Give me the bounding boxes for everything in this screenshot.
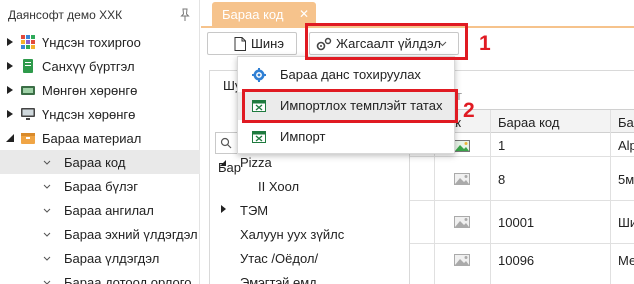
caret-right-icon[interactable] [220, 205, 227, 213]
sidebar-item-label: Бараа бүлэг [64, 179, 138, 194]
menu-item-account-settings[interactable]: Бараа данс тохируулах [238, 61, 454, 89]
cell-item-code: 1 [498, 138, 506, 153]
excel-icon [252, 131, 266, 143]
search-icon [220, 137, 232, 149]
sidebar-item-label: Мөнгөн хөрөнгө [42, 83, 138, 98]
cell-item-name: Ши [618, 215, 634, 230]
sidebar-subitem-internal-receipt[interactable]: Бараа дотоод орлого [0, 270, 200, 284]
menu-item-label: Бараа данс тохируулах [280, 67, 421, 82]
caret-right-icon[interactable] [5, 37, 15, 47]
grid-colorful-icon [21, 35, 35, 49]
annotation-box-1 [305, 23, 468, 60]
tree-node-hot-drinks[interactable]: Халуун ууx зүйлс [240, 227, 344, 242]
sidebar-item-settings[interactable]: Үндсэн тохиргоо [0, 30, 200, 54]
sidebar-item-label: Бараа эхний үлдэгдэл [64, 227, 198, 242]
sidebar-item-label: Бараа дотоод орлого [64, 275, 192, 284]
sidebar-item-accounting[interactable]: Санхүү бүртгэл [0, 54, 200, 78]
new-document-icon [234, 37, 246, 51]
tab-label: Бараа код [222, 7, 284, 22]
sidebar-item-label: Бараа материал [42, 131, 142, 146]
tree-node-pizza[interactable]: Pizza [240, 155, 272, 170]
cell-item-code: 8 [498, 172, 506, 187]
sidebar-item-inventory[interactable]: Бараа материал [0, 126, 200, 150]
chevron-down-icon [43, 232, 51, 237]
pin-icon[interactable] [178, 8, 192, 22]
cell-item-name: 5ми [618, 172, 634, 187]
box-icon [21, 133, 35, 144]
chevron-down-icon [43, 280, 51, 284]
tree-node-thread[interactable]: Утас /Оёдол/ [240, 251, 318, 266]
grid-col-item-code[interactable]: Бараа код [498, 115, 559, 130]
close-icon[interactable]: ✕ [299, 7, 309, 21]
new-button[interactable]: Шинэ [207, 32, 297, 55]
sidebar-item-label: Үндсэн тохиргоо [42, 35, 141, 50]
monitor-icon [21, 108, 35, 120]
sidebar-item-label: Санхүү бүртгэл [42, 59, 135, 74]
chevron-down-icon [43, 160, 51, 165]
menu-item-import[interactable]: Импорт [238, 123, 454, 151]
sidebar: Даянсофт демо ХХК Үндсэн тохиргоо Санхүү… [0, 0, 200, 284]
image-placeholder-icon [454, 254, 470, 266]
table-row[interactable]: 10001 Ши [410, 201, 634, 244]
tree-node-tem[interactable]: ТЭМ [240, 203, 268, 218]
sidebar-subitem-item-code[interactable]: Бараа код [0, 150, 200, 174]
sidebar-item-fixed-assets[interactable]: Үндсэн хөрөнгө [0, 102, 200, 126]
chevron-down-icon [43, 256, 51, 261]
caret-right-icon[interactable] [5, 61, 15, 71]
image-placeholder-icon [454, 173, 470, 185]
sidebar-item-label: Үндсэн хөрөнгө [42, 107, 136, 122]
sidebar-header: Даянсофт демо ХХК [0, 0, 200, 32]
col-divider [490, 133, 491, 284]
sidebar-subitem-opening-balance[interactable]: Бараа эхний үлдэгдэл [0, 222, 200, 246]
annotation-label-2: 2 [463, 99, 475, 122]
caret-down-icon[interactable] [5, 133, 15, 143]
sidebar-subitem-item-group[interactable]: Бараа бүлэг [0, 174, 200, 198]
document-green-icon [23, 59, 33, 73]
sidebar-item-label: Бараа үлдэгдэл [64, 251, 160, 266]
caret-down-icon[interactable] [220, 160, 227, 167]
tree-node-women-pants[interactable]: Эмэгтэй өмд [240, 275, 317, 284]
cash-register-icon [21, 86, 35, 95]
sidebar-subitem-balance[interactable]: Бараа үлдэгдэл [0, 246, 200, 270]
company-title: Даянсофт демо ХХК [8, 8, 123, 22]
image-placeholder-icon [454, 216, 470, 228]
image-icon [454, 140, 470, 152]
cell-item-name: Alp [618, 138, 634, 153]
annotation-label-1: 1 [479, 32, 491, 55]
caret-right-icon[interactable] [5, 109, 15, 119]
sidebar-item-cash[interactable]: Мөнгөн хөрөнгө [0, 78, 200, 102]
cell-item-code: 10001 [498, 215, 535, 230]
table-row[interactable]: 10096 Ме [410, 244, 634, 284]
caret-right-icon[interactable] [5, 85, 15, 95]
col-divider [610, 110, 611, 134]
sidebar-item-label: Бараа код [64, 155, 126, 170]
chevron-down-icon [43, 208, 51, 213]
sidebar-item-label: Бараа ангилал [64, 203, 154, 218]
col-divider [610, 133, 611, 284]
table-row[interactable]: 8 5ми [410, 157, 634, 201]
tree-node-meals[interactable]: II Хоол [258, 179, 299, 194]
annotation-box-2 [242, 89, 458, 123]
cell-item-code: 10096 [498, 253, 535, 268]
chevron-down-icon [43, 184, 51, 189]
cell-item-name: Ме [618, 253, 634, 268]
menu-item-label: Импорт [280, 129, 326, 144]
col-divider [490, 110, 491, 134]
sidebar-subitem-item-category[interactable]: Бараа ангилал [0, 198, 200, 222]
grid-col-name[interactable]: Бар [618, 115, 634, 130]
new-button-label: Шинэ [251, 36, 284, 51]
gear-icon [252, 68, 266, 82]
tab-item-code[interactable]: Бараа код ✕ [212, 2, 316, 27]
